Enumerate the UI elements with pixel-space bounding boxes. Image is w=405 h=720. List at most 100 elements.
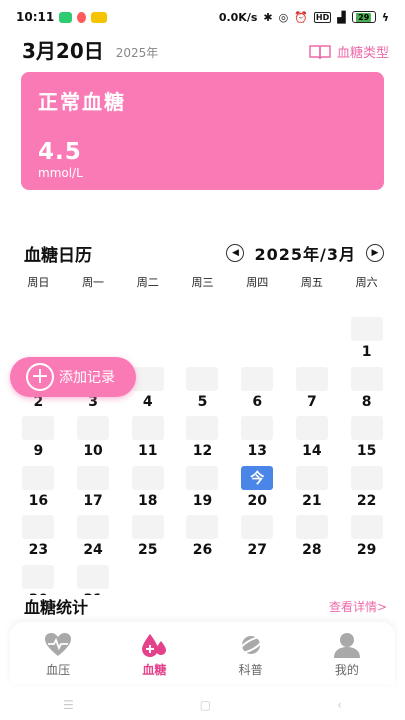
menu-icon[interactable]: ☰ bbox=[63, 698, 74, 712]
weekday-label: 周三 bbox=[191, 276, 214, 289]
app-notification-icon bbox=[77, 11, 87, 23]
day-record-box bbox=[22, 416, 55, 440]
current-year: 2025年 bbox=[115, 46, 159, 60]
day-number: 5 bbox=[197, 393, 208, 410]
calendar-day[interactable]: 6 bbox=[230, 366, 285, 417]
calendar-day[interactable]: 13 bbox=[230, 416, 285, 466]
day-record-box bbox=[22, 564, 55, 589]
calendar-day[interactable]: 1 bbox=[339, 317, 394, 367]
calendar-day[interactable]: 14 bbox=[285, 416, 340, 466]
day-number: 22 bbox=[356, 492, 377, 509]
weekday-label: 周六 bbox=[355, 276, 378, 289]
weekday-label: 周五 bbox=[300, 276, 323, 289]
day-record-box bbox=[77, 564, 110, 589]
day-record-box bbox=[77, 515, 110, 539]
day-number: 4 bbox=[142, 393, 153, 410]
signal-icon: ▟ bbox=[337, 10, 346, 24]
calendar-day[interactable]: 17 bbox=[66, 465, 121, 516]
calendar-day[interactable]: 12 bbox=[175, 416, 230, 466]
calendar-day[interactable]: 26 bbox=[175, 515, 230, 565]
alarm-icon: ⏰ bbox=[294, 10, 308, 24]
day-number: 7 bbox=[307, 393, 317, 410]
stats-header: 血糖统计 查看详情> bbox=[24, 595, 387, 617]
calendar-day[interactable]: 9 bbox=[11, 416, 66, 466]
view-details-link[interactable]: 查看详情> bbox=[329, 598, 387, 615]
glucose-status-card[interactable]: 正常血糖 4.5 mmol/L bbox=[21, 72, 384, 190]
home-icon[interactable]: ▢ bbox=[200, 698, 211, 712]
day-number: 26 bbox=[192, 542, 213, 558]
calendar-day[interactable]: 28 bbox=[285, 515, 340, 565]
day-number: 10 bbox=[83, 443, 103, 459]
calendar-day[interactable]: 15 bbox=[339, 416, 394, 466]
day-number: 1 bbox=[361, 344, 372, 360]
tab-profile[interactable]: 我的 bbox=[299, 622, 395, 684]
vibrate-icon: ◎ bbox=[278, 10, 289, 24]
calendar-day[interactable]: 11 bbox=[120, 416, 175, 466]
calendar-day[interactable]: 7 bbox=[285, 366, 340, 417]
day-number: 27 bbox=[247, 542, 267, 558]
day-record-box bbox=[350, 317, 383, 341]
day-number: 23 bbox=[28, 542, 49, 558]
month-navigator: ◀ 2025年/3月 ▶ bbox=[226, 241, 384, 265]
stats-title: 血糖统计 bbox=[24, 598, 89, 617]
day-record-box bbox=[295, 515, 328, 539]
day-record-box bbox=[295, 366, 328, 391]
day-number: 11 bbox=[138, 443, 158, 459]
day-record-box bbox=[186, 366, 219, 391]
calendar-day[interactable]: 29 bbox=[339, 515, 394, 565]
calendar-blank: 0 bbox=[175, 317, 230, 367]
calendar-day[interactable]: 27 bbox=[230, 515, 285, 565]
status-time: 10:11 bbox=[16, 10, 55, 24]
calendar-day[interactable]: 24 bbox=[66, 515, 121, 565]
add-record-button[interactable]: + 添加记录 bbox=[10, 357, 136, 397]
calendar-day[interactable]: 25 bbox=[120, 515, 175, 565]
day-number: 29 bbox=[356, 542, 377, 558]
calendar-day[interactable]: 19 bbox=[175, 465, 230, 516]
tab-blood-pressure[interactable]: 血压 bbox=[10, 622, 106, 684]
user-icon bbox=[333, 633, 360, 658]
day-record-box bbox=[22, 465, 55, 490]
heart-pulse-icon bbox=[45, 633, 72, 656]
calendar-day[interactable]: 23 bbox=[11, 515, 66, 565]
calendar-day[interactable]: 10 bbox=[66, 416, 121, 466]
weekday-label: 周日 bbox=[27, 276, 50, 289]
day-record-box bbox=[131, 416, 164, 440]
glucose-type-link[interactable]: 血糖类型 bbox=[309, 42, 389, 61]
day-record-box bbox=[131, 366, 164, 391]
calendar-day[interactable]: 8 bbox=[339, 366, 394, 417]
calendar-day[interactable]: 22 bbox=[339, 465, 394, 516]
calendar-blank: 0 bbox=[230, 317, 285, 367]
day-number: 20 bbox=[247, 492, 267, 509]
bottom-tab-bar: 血压 血糖 科普 我的 bbox=[10, 622, 395, 684]
page-header: 3月20日 2025年 血糖类型 bbox=[22, 38, 389, 64]
day-number: 13 bbox=[247, 443, 267, 459]
weekday-row: 周日 周一 周二 周三 周四 周五 周六 bbox=[11, 274, 394, 290]
day-record-box bbox=[186, 465, 219, 490]
network-speed: 0.0K/s bbox=[218, 10, 258, 24]
day-record-box bbox=[241, 416, 274, 440]
back-icon[interactable]: ‹ bbox=[337, 698, 342, 712]
app-notification-icon bbox=[91, 11, 108, 23]
day-number: 12 bbox=[192, 443, 213, 459]
calendar-day[interactable]: 18 bbox=[120, 465, 175, 516]
day-record-box bbox=[295, 416, 328, 440]
day-record-box bbox=[295, 465, 328, 490]
day-record-box bbox=[22, 515, 55, 539]
calendar-day-today[interactable]: 今 20 bbox=[230, 465, 285, 516]
chevron-right-icon[interactable]: ▶ bbox=[366, 244, 384, 262]
battery-icon: 29 bbox=[351, 11, 376, 23]
tab-science[interactable]: 科普 bbox=[203, 622, 299, 684]
day-record-box bbox=[186, 515, 219, 539]
system-nav-bar: ☰ ▢ ‹ bbox=[0, 690, 405, 720]
chevron-left-icon[interactable]: ◀ bbox=[226, 244, 245, 262]
current-date: 3月20日 bbox=[22, 39, 104, 63]
calendar-header: 血糖日历 ◀ 2025年/3月 ▶ bbox=[24, 240, 384, 266]
day-record-box bbox=[131, 515, 164, 539]
tab-blood-glucose[interactable]: 血糖 bbox=[106, 622, 202, 684]
calendar-day[interactable]: 5 bbox=[175, 366, 230, 417]
hd-icon: HD bbox=[313, 11, 332, 23]
calendar-day[interactable]: 16 bbox=[11, 465, 66, 516]
day-record-box bbox=[350, 515, 383, 539]
calendar-day[interactable]: 21 bbox=[285, 465, 340, 516]
weekday-label: 周二 bbox=[136, 276, 159, 289]
